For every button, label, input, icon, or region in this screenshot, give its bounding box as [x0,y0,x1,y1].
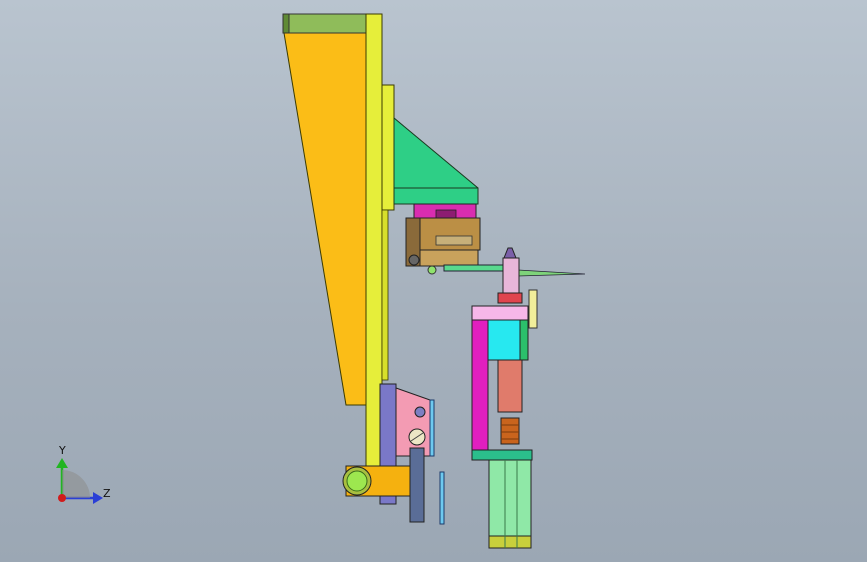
vertical-plate-shadow [381,209,389,381]
xy-plane-quadrant [62,470,90,498]
orange-gusset-plate[interactable] [283,32,367,406]
tool-post-upper[interactable] [502,257,520,295]
slide-block-lower[interactable] [419,249,479,267]
salmon-rod[interactable] [497,359,523,413]
green-triangle-bracket[interactable] [393,116,479,196]
cylinder-body[interactable] [488,459,532,549]
pink-bracket[interactable] [395,387,431,457]
top-cap-edge [282,13,290,34]
z-axis-arrow [93,492,103,504]
top-cap-plate[interactable] [282,13,368,34]
cad-viewport[interactable]: Y Z [0,0,867,562]
cylinder-base[interactable] [488,535,532,549]
copper-spring[interactable] [500,417,520,445]
side-guide-bar[interactable] [528,289,538,329]
y-axis-arrow [56,458,68,468]
cylinder-housing-left[interactable] [471,319,489,451]
pivot-circle[interactable] [408,254,420,266]
bracket-hole[interactable] [414,406,426,418]
axis-triad[interactable]: Y Z [56,444,111,504]
tool-post-collar[interactable] [497,292,523,304]
secondary-vertical-plate[interactable] [381,84,395,211]
slide-label-plate [435,235,473,246]
green-knob[interactable] [427,265,437,275]
thin-rod-lower[interactable] [439,471,445,525]
thin-rod-upper[interactable] [429,399,435,457]
hinge-pin[interactable] [346,470,368,492]
cylinder-flange[interactable] [471,449,533,461]
slate-plate[interactable] [409,447,425,523]
y-axis-label: Y [58,444,66,457]
tool-post-tip[interactable] [503,247,517,259]
cylinder-housing-top[interactable] [471,305,529,321]
bracket-base[interactable] [393,187,479,205]
needle-tip[interactable] [517,269,586,277]
z-axis-label: Z [103,487,111,500]
housing-edge [519,319,529,361]
x-axis-dot [58,494,66,502]
rail-slot [435,209,457,219]
